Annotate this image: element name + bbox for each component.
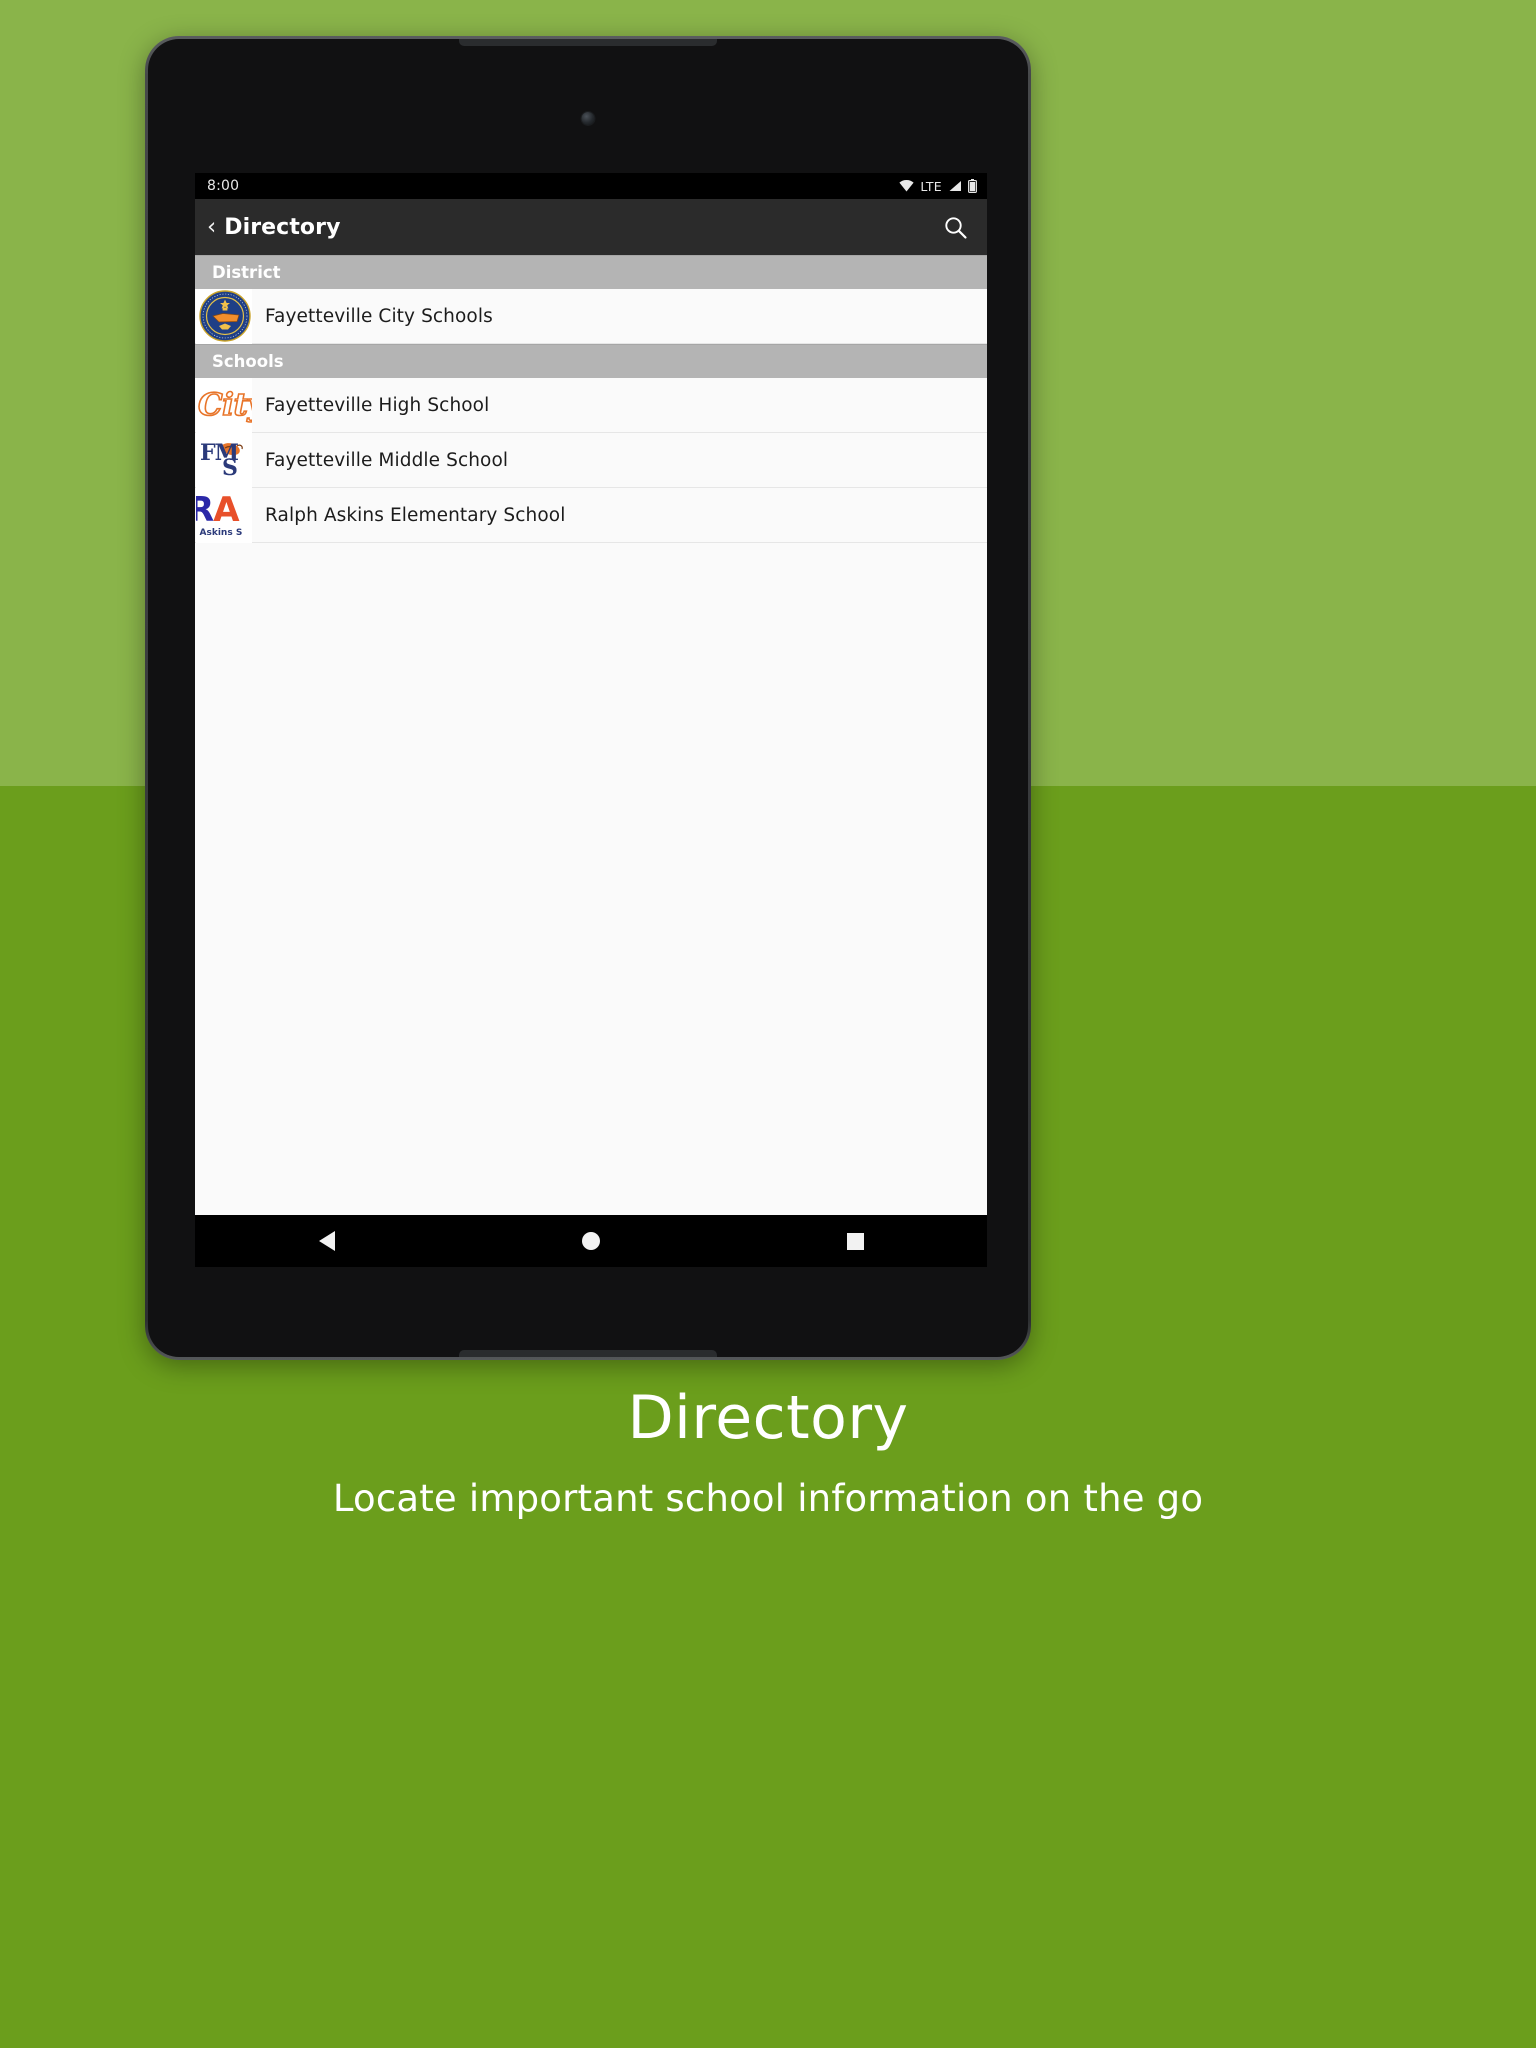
directory-list: District Fayetteville City Schools Schoo… [195, 255, 987, 1185]
ras-letters: RA [196, 489, 240, 530]
fayetteville-city-schools-seal-icon [196, 288, 252, 344]
list-item-label: Fayetteville High School [265, 394, 490, 416]
nav-back-button[interactable] [267, 1215, 387, 1267]
status-time: 8:00 [207, 178, 240, 194]
device-screen: 8:00 LTE ‹ Directory District Fayettevil… [195, 173, 987, 1267]
wifi-icon [899, 180, 914, 192]
caption-block: Directory Locate important school inform… [0, 1382, 1536, 1522]
speaker-grille-top [459, 39, 717, 46]
list-item-district-fayetteville-city-schools[interactable]: Fayetteville City Schools [195, 288, 987, 344]
back-button[interactable]: ‹ [203, 215, 224, 239]
android-navigation-bar [195, 1215, 987, 1267]
battery-icon [968, 179, 977, 193]
recents-square-icon [846, 1232, 864, 1250]
lte-label: LTE [920, 178, 942, 194]
list-item-label: Ralph Askins Elementary School [265, 504, 566, 526]
list-item-ralph-askins-elementary-school[interactable]: RA h Askins S Ralph Askins Elementary Sc… [195, 487, 987, 543]
app-bar: ‹ Directory [195, 199, 987, 255]
caption-subtitle: Locate important school information on t… [332, 1477, 1204, 1520]
search-icon [944, 216, 967, 239]
section-header-schools: Schools [195, 344, 987, 378]
status-icons: LTE [899, 179, 977, 194]
nav-home-button[interactable] [531, 1215, 651, 1267]
list-item-fayetteville-middle-school[interactable]: FM S Fayetteville Middle School [195, 432, 987, 488]
list-empty-area [195, 543, 987, 1185]
city-logo-text: City [197, 386, 252, 424]
signal-icon [949, 181, 961, 191]
search-button[interactable] [935, 207, 975, 247]
fms-tiger-logo-icon: FM S [196, 432, 252, 488]
status-bar: 8:00 LTE [195, 173, 987, 199]
list-item-fayetteville-high-school[interactable]: City Fayetteville High School [195, 377, 987, 433]
caption-title: Directory [627, 1383, 909, 1453]
ras-subtext: h Askins S [196, 527, 243, 538]
nav-recents-button[interactable] [795, 1215, 915, 1267]
list-item-label: Fayetteville Middle School [265, 449, 509, 471]
back-triangle-icon [319, 1231, 335, 1251]
front-camera-icon [581, 112, 595, 125]
home-circle-icon [582, 1232, 600, 1250]
section-header-district: District [195, 255, 987, 289]
page-root: 8:00 LTE ‹ Directory District Fayettevil… [0, 0, 1536, 2048]
tablet-bezel: 8:00 LTE ‹ Directory District Fayettevil… [148, 39, 1028, 1357]
speaker-grille-bottom [459, 1350, 717, 1357]
page-title: Directory [224, 214, 341, 240]
ralph-askins-logo-icon: RA h Askins S [196, 487, 252, 543]
list-item-label: Fayetteville City Schools [265, 305, 493, 327]
tablet-device-frame: 8:00 LTE ‹ Directory District Fayettevil… [145, 36, 1031, 1360]
city-script-logo-icon: City [196, 377, 252, 433]
fms-s-letter: S [222, 454, 238, 481]
